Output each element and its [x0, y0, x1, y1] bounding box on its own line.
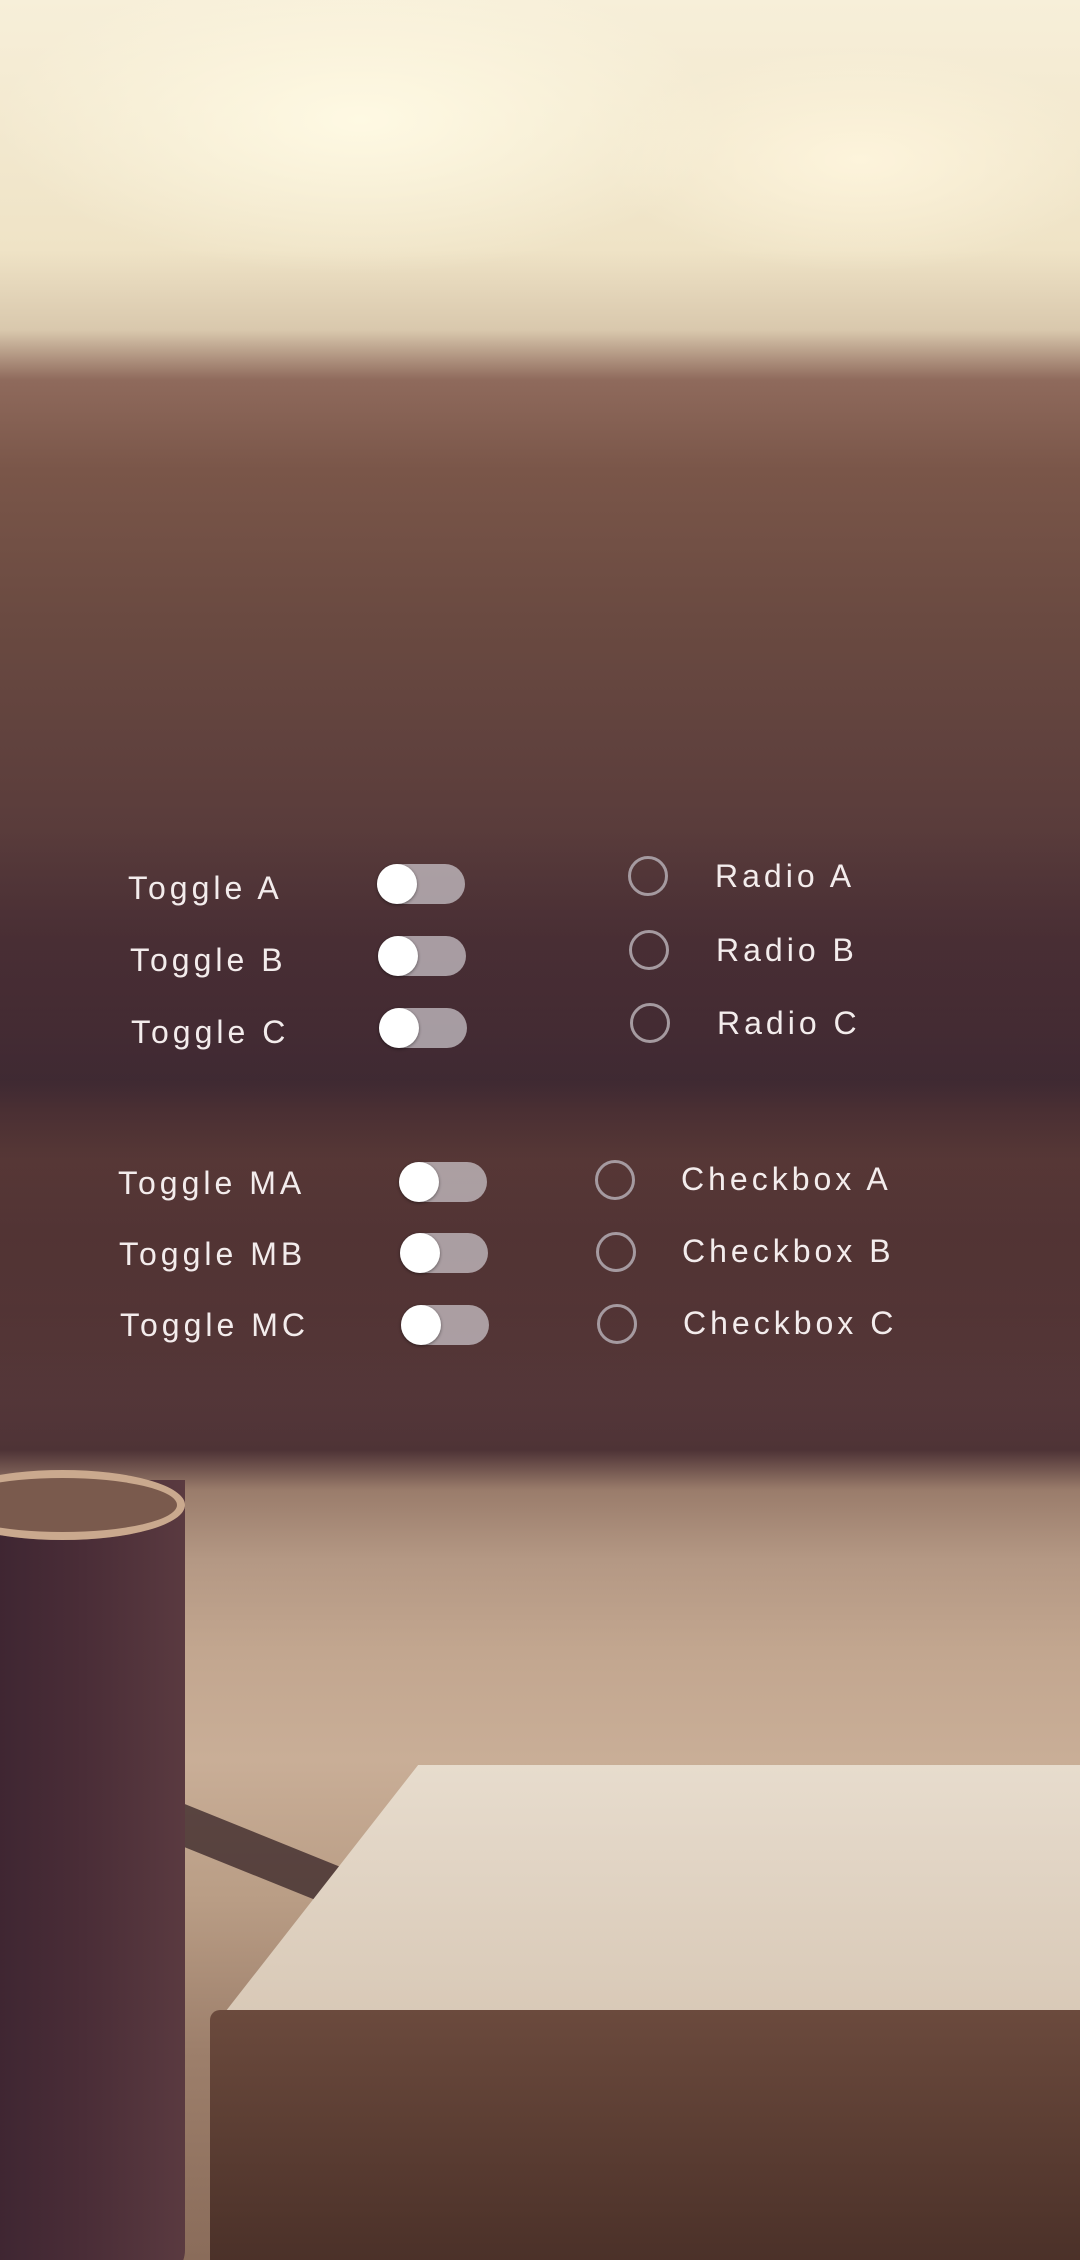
- toggle-knob: [399, 1162, 439, 1202]
- toggle-mc-switch[interactable]: [401, 1305, 489, 1345]
- toggle-b-row[interactable]: Toggle B: [130, 930, 287, 990]
- toggle-b-label: Toggle B: [130, 941, 287, 978]
- toggle-mb-label: Toggle MB: [119, 1235, 307, 1272]
- radio-a-button[interactable]: [628, 856, 668, 896]
- toggle-knob: [401, 1305, 441, 1345]
- toggle-b-switch[interactable]: [378, 936, 466, 976]
- radio-c-button[interactable]: [630, 1003, 670, 1043]
- toggle-knob: [379, 1008, 419, 1048]
- checkbox-b-row[interactable]: Checkbox B: [682, 1221, 895, 1281]
- toggle-c-label: Toggle C: [131, 1013, 290, 1050]
- book-pages-image: [210, 2010, 1080, 2260]
- checkbox-a-box[interactable]: [595, 1160, 635, 1200]
- radio-a-label: Radio A: [715, 857, 856, 894]
- checkbox-a-label: Checkbox A: [681, 1160, 892, 1197]
- checkbox-c-row[interactable]: Checkbox C: [683, 1293, 897, 1353]
- toggle-mc-row[interactable]: Toggle MC: [120, 1295, 309, 1355]
- toggle-mc-label: Toggle MC: [120, 1306, 309, 1343]
- toggle-knob: [400, 1233, 440, 1273]
- checkbox-b-box[interactable]: [596, 1232, 636, 1272]
- toggle-ma-switch[interactable]: [399, 1162, 487, 1202]
- checkbox-a-row[interactable]: Checkbox A: [681, 1149, 892, 1209]
- toggle-c-switch[interactable]: [379, 1008, 467, 1048]
- toggle-a-label: Toggle A: [128, 869, 283, 906]
- coffee-cup-image: [0, 1480, 185, 2260]
- toggle-mb-switch[interactable]: [400, 1233, 488, 1273]
- toggle-ma-row[interactable]: Toggle MA: [118, 1153, 305, 1213]
- radio-c-label: Radio C: [717, 1004, 861, 1041]
- toggle-knob: [378, 936, 418, 976]
- book-cover-image: [215, 1765, 1080, 2025]
- radio-b-label: Radio B: [716, 931, 858, 968]
- toggle-a-row[interactable]: Toggle A: [128, 858, 283, 918]
- toggle-ma-label: Toggle MA: [118, 1164, 306, 1201]
- radio-b-button[interactable]: [629, 930, 669, 970]
- toggle-c-row[interactable]: Toggle C: [131, 1002, 289, 1062]
- toggle-knob: [377, 864, 417, 904]
- radio-b-row[interactable]: Radio B: [716, 920, 858, 980]
- checkbox-c-box[interactable]: [597, 1304, 637, 1344]
- toggle-mb-row[interactable]: Toggle MB: [119, 1224, 306, 1284]
- checkbox-b-label: Checkbox B: [682, 1232, 895, 1269]
- radio-c-row[interactable]: Radio C: [717, 993, 861, 1053]
- checkbox-c-label: Checkbox C: [683, 1304, 898, 1341]
- toggle-a-switch[interactable]: [377, 864, 465, 904]
- radio-a-row[interactable]: Radio A: [715, 846, 855, 906]
- background-photo: Toggle A Toggle B Toggle C Radio A Radio…: [0, 0, 1080, 2260]
